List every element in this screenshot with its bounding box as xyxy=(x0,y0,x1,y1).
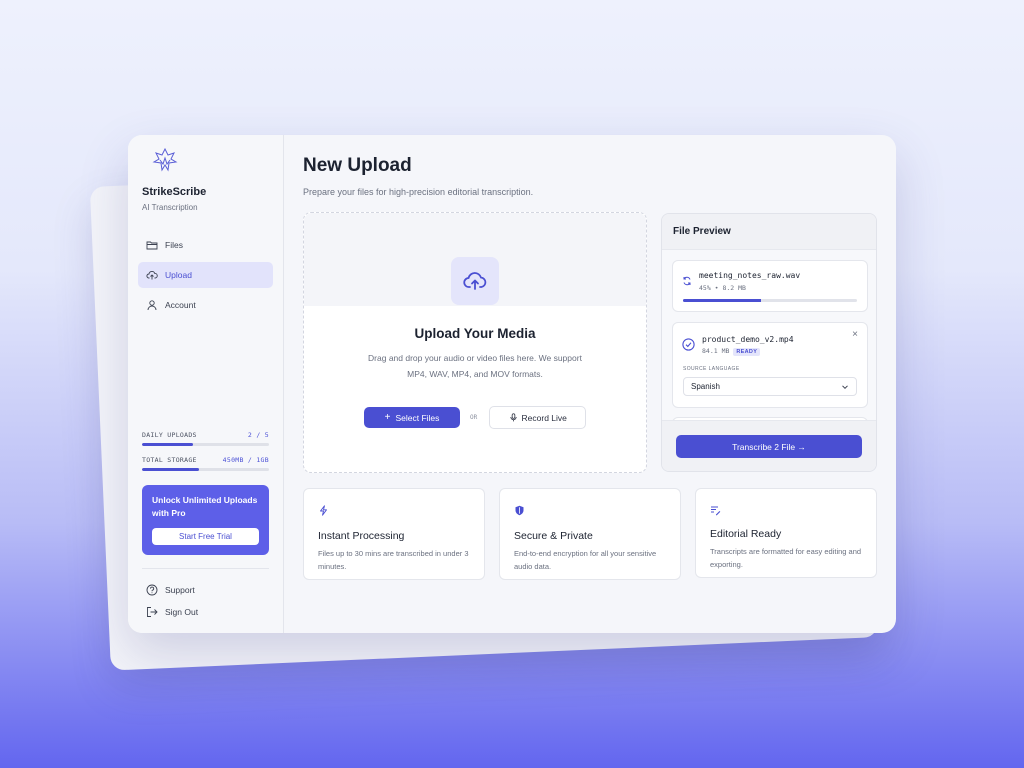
upload-progress-fill xyxy=(683,299,762,302)
sidebar-bottom-nav: Support Sign Out xyxy=(146,583,198,627)
daily-uploads-bar xyxy=(142,443,269,446)
file-preview-title: File Preview xyxy=(662,214,876,250)
file-meta: 84.1 MB READY xyxy=(702,347,761,356)
feature-description: Transcripts are formatted for easy editi… xyxy=(710,547,862,569)
check-circle-icon xyxy=(682,338,695,351)
total-storage-row: TOTAL STORAGE 450MB / 1GB xyxy=(142,456,269,464)
cloud-upload-icon xyxy=(146,271,158,280)
daily-uploads-label: DAILY UPLOADS xyxy=(142,431,197,439)
select-files-label: Select Files xyxy=(395,412,440,423)
usage-quota: DAILY UPLOADS 2 / 5 TOTAL STORAGE 450MB … xyxy=(142,431,269,481)
sync-icon xyxy=(683,276,691,286)
sidebar-item-files[interactable]: Files xyxy=(138,232,273,258)
daily-uploads-value: 2 / 5 xyxy=(247,431,269,439)
sign-out-icon xyxy=(147,607,158,617)
lightning-icon xyxy=(320,505,327,516)
select-files-button[interactable]: + Select Files xyxy=(364,407,460,428)
transcribe-button[interactable]: Transcribe 2 File → xyxy=(676,435,862,458)
feature-title: Secure & Private xyxy=(514,530,593,542)
upload-icon-box xyxy=(451,257,499,305)
record-live-label: Record Live xyxy=(521,412,567,423)
chevron-down-icon xyxy=(842,384,848,389)
promo-title: Unlock Unlimited Uploads with Pro xyxy=(152,495,258,518)
support-label: Support xyxy=(165,585,195,595)
file-size: 84.1 MB xyxy=(702,347,730,355)
sidebar-item-label: Files xyxy=(165,240,183,250)
app-name: StrikeScribe xyxy=(142,186,207,198)
file-name: product_demo_v2.mp4 xyxy=(702,335,794,344)
sign-out-label: Sign Out xyxy=(165,607,199,617)
help-icon xyxy=(146,584,158,596)
feature-title: Editorial Ready xyxy=(710,528,782,540)
plus-icon: + xyxy=(384,412,391,423)
sidebar-item-upload[interactable]: Upload xyxy=(138,262,273,288)
file-item-uploading[interactable]: meeting_notes_raw.wav 45% • 8.2 MB xyxy=(672,260,868,312)
source-language-value: Spanish xyxy=(691,382,720,391)
cloud-upload-icon xyxy=(463,272,487,290)
app-tagline: AI Transcription xyxy=(142,203,198,212)
or-separator: OR xyxy=(470,414,478,421)
daily-uploads-row: DAILY UPLOADS 2 / 5 xyxy=(142,431,269,439)
support-link[interactable]: Support xyxy=(146,583,198,597)
edit-lines-icon xyxy=(711,506,721,516)
preview-footer: Transcribe 2 File → xyxy=(662,420,876,471)
daily-uploads-fill xyxy=(142,443,193,446)
sidebar-item-label: Upload xyxy=(165,270,192,280)
total-storage-label: TOTAL STORAGE xyxy=(142,456,197,464)
app-window: StrikeScribe AI Transcription Files Uplo… xyxy=(128,135,896,633)
upload-dropzone[interactable]: Upload Your Media Drag and drop your aud… xyxy=(303,212,647,473)
page-title: New Upload xyxy=(303,155,412,176)
feature-description: End-to-end encryption for all your sensi… xyxy=(514,549,657,571)
total-storage-value: 450MB / 1GB xyxy=(222,456,269,464)
logo-icon xyxy=(152,147,178,172)
sidebar-nav: Files Upload Account xyxy=(138,232,273,318)
main-content: New Upload Prepare your files for high-p… xyxy=(284,135,896,633)
feature-card-editorial-ready: Editorial Ready Transcripts are formatte… xyxy=(695,488,877,578)
record-live-button[interactable]: Record Live xyxy=(489,406,587,429)
microphone-icon xyxy=(509,413,517,422)
dropzone-description: Drag and drop your audio or video files … xyxy=(368,353,582,379)
upload-progress-bar xyxy=(683,299,857,302)
source-language-label: SOURCE LANGUAGE xyxy=(683,366,740,372)
feature-card-secure-private: Secure & Private End-to-end encryption f… xyxy=(499,488,681,580)
feature-title: Instant Processing xyxy=(318,530,405,542)
shield-icon xyxy=(515,505,524,516)
sign-out-link[interactable]: Sign Out xyxy=(146,605,198,619)
folder-icon xyxy=(146,241,158,250)
pro-promo-card: Unlock Unlimited Uploads with Pro Start … xyxy=(142,485,269,555)
sidebar-item-account[interactable]: Account xyxy=(138,292,273,318)
sidebar-item-label: Account xyxy=(165,300,196,310)
sidebar: StrikeScribe AI Transcription Files Uplo… xyxy=(128,135,284,633)
file-item-ready[interactable]: product_demo_v2.mp4 84.1 MB READY × SOURC… xyxy=(672,322,868,408)
status-badge: READY xyxy=(733,348,761,356)
file-name: meeting_notes_raw.wav xyxy=(699,271,801,280)
sidebar-divider xyxy=(142,568,269,569)
feature-card-instant-processing: Instant Processing Files up to 30 mins a… xyxy=(303,488,485,580)
file-meta: 45% • 8.2 MB xyxy=(699,284,746,292)
start-free-trial-button[interactable]: Start Free Trial xyxy=(152,528,259,545)
file-preview-panel: File Preview meeting_notes_raw.wav 45% •… xyxy=(661,213,877,472)
total-storage-bar xyxy=(142,468,269,471)
close-icon[interactable]: × xyxy=(852,329,858,340)
page-subtitle: Prepare your files for high-precision ed… xyxy=(303,187,534,197)
feature-description: Files up to 30 mins are transcribed in u… xyxy=(318,549,469,571)
total-storage-fill xyxy=(142,468,200,471)
user-icon xyxy=(147,300,157,311)
source-language-select[interactable]: Spanish xyxy=(683,377,857,396)
dropzone-actions: + Select Files OR Record Live xyxy=(364,406,587,429)
dropzone-title: Upload Your Media xyxy=(414,326,536,341)
